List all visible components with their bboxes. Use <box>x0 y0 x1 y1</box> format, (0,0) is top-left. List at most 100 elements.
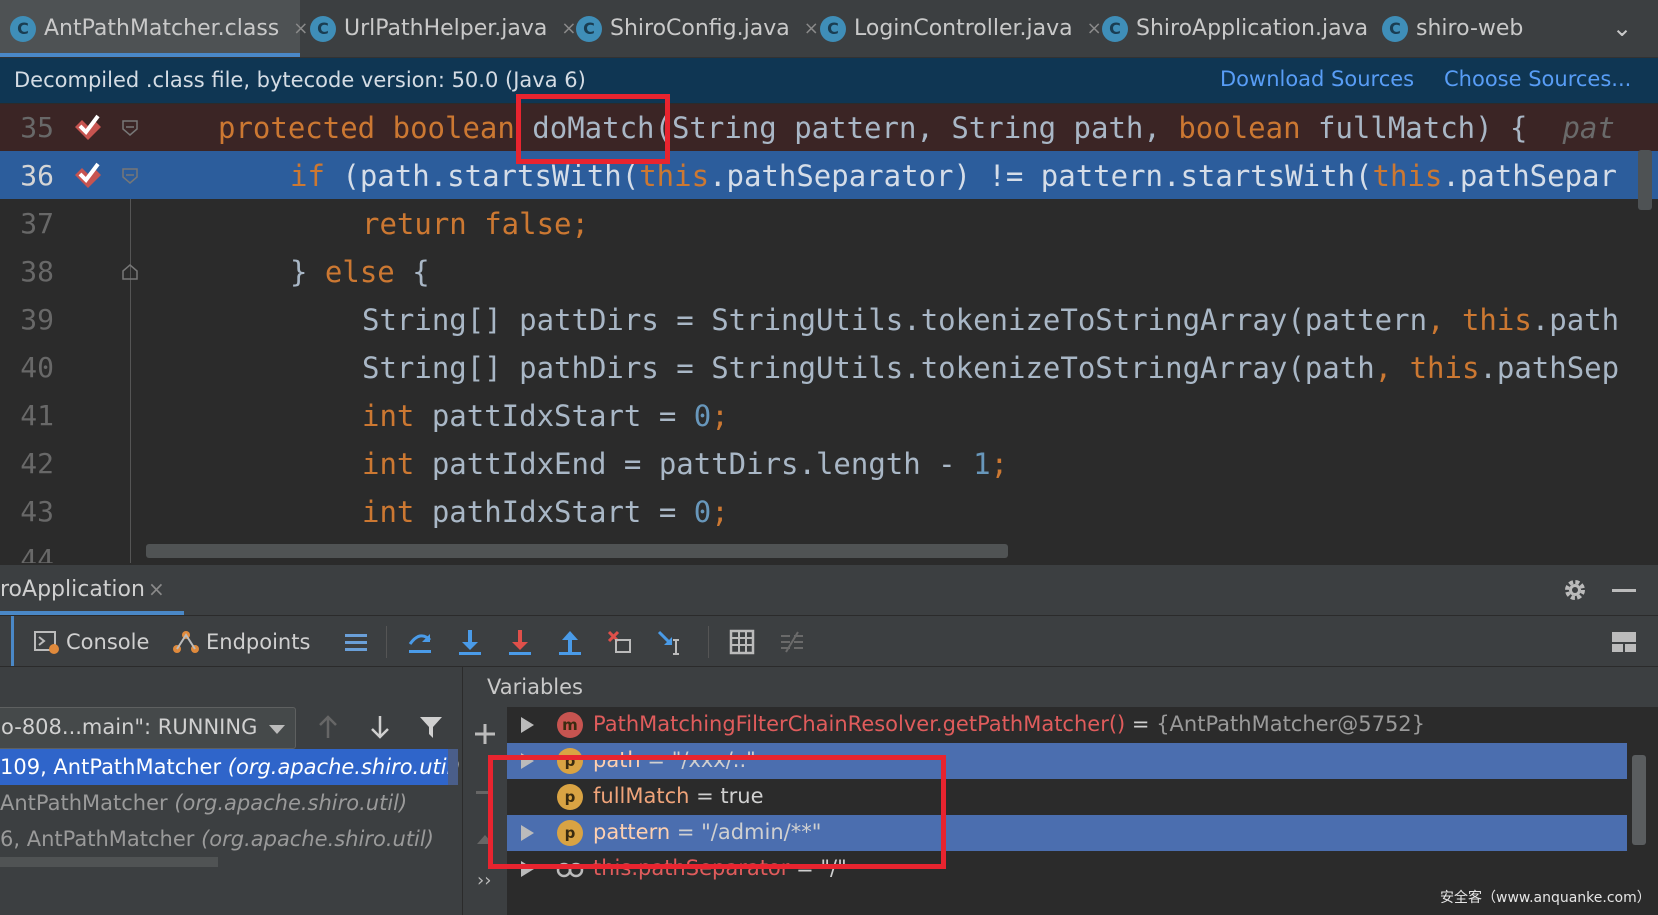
step-over-icon[interactable] <box>406 628 434 656</box>
endpoints-tab[interactable]: Endpoints <box>172 628 310 656</box>
code-token: , <box>1427 303 1462 337</box>
gear-icon[interactable] <box>1562 577 1588 603</box>
code-token: ; <box>571 207 589 241</box>
code-token: pattIdxStart = <box>431 399 694 433</box>
arrow-down-icon[interactable] <box>368 714 392 740</box>
toolbar-separator <box>708 626 709 658</box>
choose-sources-link[interactable]: Choose Sources... <box>1444 67 1631 91</box>
code-editor[interactable]: 35 protected boolean doMatch(String patte… <box>0 104 1658 563</box>
code-line[interactable]: 38 } else { <box>0 247 1658 295</box>
editor-tab[interactable]: CShiroApplication.java× <box>1092 0 1397 57</box>
stack-frame[interactable]: 109, AntPathMatcher (org.apache.shiro.ut… <box>0 749 461 785</box>
code-token: .pathSeparator) != pattern.startsWith( <box>709 159 1373 193</box>
line-number[interactable]: 43 <box>0 495 54 528</box>
editor-tab[interactable]: C LoginController.java × <box>810 0 1102 57</box>
editor-horizontal-scrollbar[interactable] <box>146 544 1008 558</box>
variable-row[interactable]: m PathMatchingFilterChainResolver.getPath… <box>507 707 1627 743</box>
tab-overflow-chevron-icon[interactable]: ⌄ <box>1612 14 1632 42</box>
add-watch-icon[interactable] <box>472 721 498 747</box>
breakpoint-icon[interactable] <box>72 112 104 142</box>
line-number[interactable]: 39 <box>0 303 54 336</box>
stack-frame[interactable] <box>0 857 218 867</box>
code-token: { <box>412 255 430 289</box>
code-line[interactable]: 40 String[] pathDirs = StringUtils.tokeni… <box>0 343 1658 391</box>
watermark: 安全客（www.anquanke.com） <box>1440 890 1651 906</box>
code-line[interactable]: 37 return false; <box>0 199 1658 247</box>
expand-more-icon[interactable]: ›› <box>477 870 491 891</box>
fold-marker-icon[interactable] <box>121 167 139 185</box>
code-token: else <box>324 255 413 289</box>
code-text: protected boolean doMatch(String pattern… <box>218 111 1615 145</box>
variables-header: Variables <box>463 667 1658 707</box>
code-text: if (path.startsWith(this.pathSeparator) … <box>290 159 1617 193</box>
frames-panel: o-808...main": RUNNING 109, AntPathMatch… <box>0 667 463 915</box>
console-tab[interactable]: Console <box>34 628 149 656</box>
step-out-icon[interactable] <box>556 628 584 656</box>
trace-stream-icon[interactable] <box>778 628 806 656</box>
editor-tab[interactable]: Cshiro-web <box>1372 0 1608 57</box>
editor-tab[interactable]: C ShiroConfig.java × <box>566 0 819 57</box>
layout-settings-icon[interactable] <box>1610 628 1638 656</box>
code-token: pattIdxEnd = pattDirs.length - <box>431 447 974 481</box>
variable-name: PathMatchingFilterChainResolver.getPathM… <box>593 712 1126 736</box>
expand-arrow-icon[interactable] <box>521 717 534 733</box>
code-token: this <box>1372 159 1443 193</box>
editor-tab[interactable]: C UrlPathHelper.java × <box>300 0 577 57</box>
line-number[interactable]: 36 <box>0 159 54 192</box>
run-to-cursor-icon[interactable] <box>656 628 684 656</box>
stack-frame[interactable]: 6, AntPathMatcher (org.apache.shiro.util… <box>0 821 456 857</box>
breakpoint-icon[interactable] <box>72 160 104 190</box>
editor-vertical-scrollbar[interactable] <box>1638 150 1652 210</box>
class-icon: C <box>1382 15 1408 42</box>
debug-session-close-icon[interactable]: × <box>148 577 165 601</box>
editor-tab-label: AntPathMatcher.class <box>44 16 280 41</box>
code-token: ; <box>711 399 729 433</box>
code-text: int pathIdxStart = 0; <box>362 495 729 529</box>
filter-icon[interactable] <box>418 714 444 740</box>
step-into-icon[interactable] <box>456 628 484 656</box>
frames-scrollbar[interactable] <box>448 749 458 785</box>
drop-frame-icon[interactable] <box>606 628 634 656</box>
line-number[interactable]: 41 <box>0 399 54 432</box>
code-line[interactable]: 39 String[] pattDirs = StringUtils.tokeni… <box>0 295 1658 343</box>
highlight-box-variables <box>488 755 946 869</box>
code-token: int <box>362 447 432 481</box>
evaluate-expression-icon[interactable] <box>728 628 756 656</box>
fold-marker-icon[interactable] <box>121 119 139 137</box>
line-number[interactable]: 42 <box>0 447 54 480</box>
code-token: ; <box>990 447 1009 481</box>
code-token: String[] pattDirs = StringUtils.tokenize… <box>362 303 1428 337</box>
force-step-into-icon[interactable] <box>506 628 534 656</box>
app-class-icon: C <box>1102 15 1128 42</box>
code-line[interactable]: 41 int pattIdxStart = 0; <box>0 391 1658 439</box>
editor-tab[interactable]: C AntPathMatcher.class × <box>0 0 308 57</box>
editor-tab-label: UrlPathHelper.java <box>344 16 548 41</box>
code-text: String[] pattDirs = StringUtils.tokenize… <box>362 303 1619 337</box>
line-number[interactable]: 35 <box>0 111 54 144</box>
code-text: } else { <box>290 255 430 289</box>
debugger-tab-indicator <box>11 616 14 666</box>
stack-frame[interactable]: AntPathMatcher (org.apache.shiro.util) <box>0 785 456 821</box>
class-icon: C <box>10 15 36 42</box>
code-line[interactable]: 35 protected boolean doMatch(String patte… <box>0 104 1658 151</box>
minimize-icon[interactable] <box>1612 589 1636 592</box>
code-line[interactable]: 36 if (path.startsWith(this.pathSeparator… <box>0 151 1658 199</box>
line-number[interactable]: 38 <box>0 255 54 288</box>
thread-selector[interactable]: o-808...main": RUNNING <box>0 707 296 749</box>
variables-scrollbar[interactable] <box>1632 755 1646 845</box>
code-token: if <box>290 159 343 193</box>
class-icon: C <box>576 15 602 42</box>
line-number[interactable]: 40 <box>0 351 54 384</box>
console-tab-label: Console <box>66 630 150 654</box>
line-number[interactable]: 37 <box>0 207 54 240</box>
code-line[interactable]: 42 int pattIdxEnd = pattDirs.length - 1; <box>0 439 1658 487</box>
arrow-up-icon[interactable] <box>316 714 340 740</box>
download-sources-link[interactable]: Download Sources <box>1220 67 1414 91</box>
code-line[interactable]: 43 int pathIdxStart = 0; <box>0 487 1658 535</box>
toolbar-separator <box>386 626 387 658</box>
fold-marker-icon[interactable] <box>121 263 139 281</box>
threads-list-icon[interactable] <box>342 628 370 656</box>
code-token: ; <box>711 495 729 529</box>
line-number[interactable]: 44 <box>0 543 54 563</box>
variable-equals: = <box>1125 712 1157 736</box>
